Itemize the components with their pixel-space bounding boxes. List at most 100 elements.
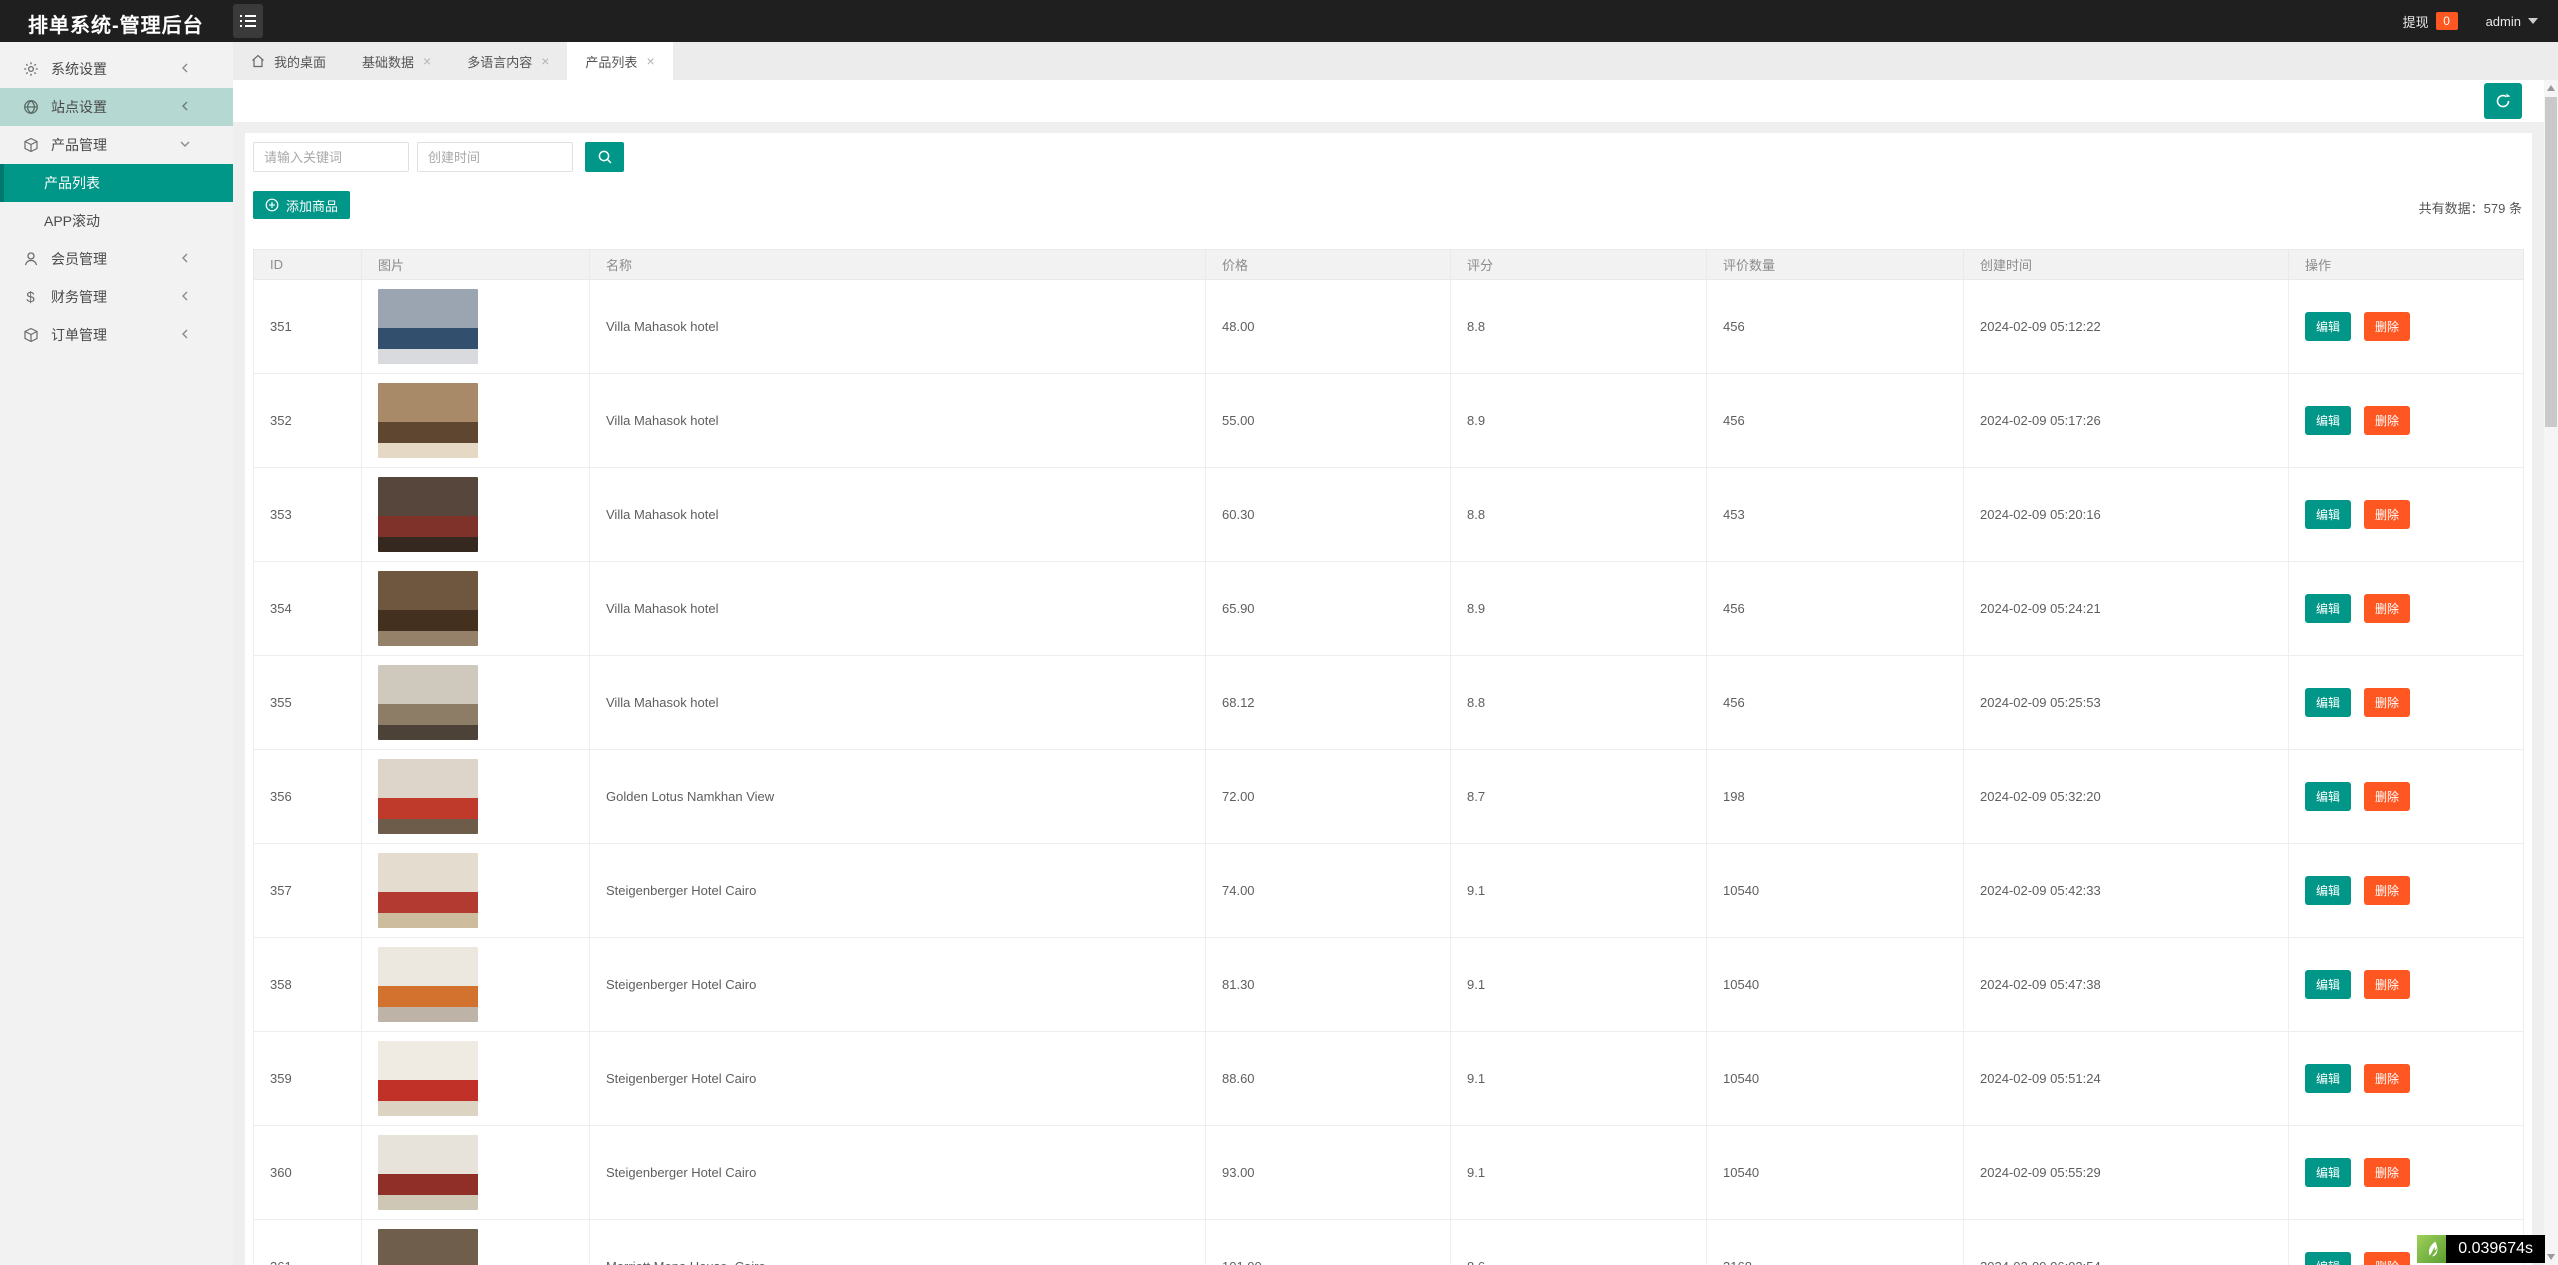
cell-actions: 编辑删除 [2289,938,2524,1032]
refresh-button[interactable] [2484,83,2522,119]
cell-image [362,1126,590,1220]
total-count-text: 共有数据：579 条 [2419,198,2524,219]
search-icon [597,149,613,165]
created-time-input[interactable] [417,142,573,172]
edit-button[interactable]: 编辑 [2305,970,2351,999]
delete-button[interactable]: 删除 [2364,1252,2410,1265]
sidebar-item-system-settings[interactable]: 系统设置 [0,50,233,88]
column-header-created: 创建时间 [1964,250,2289,280]
cell-price: 101.00 [1206,1220,1451,1265]
search-button[interactable] [585,142,624,172]
edit-button[interactable]: 编辑 [2305,312,2351,341]
tab-my-desktop[interactable]: 我的桌面 [233,42,344,80]
cell-actions: 编辑删除 [2289,750,2524,844]
product-photo [378,759,478,834]
delete-button[interactable]: 删除 [2364,500,2410,529]
delete-button[interactable]: 删除 [2364,406,2410,435]
edit-button[interactable]: 编辑 [2305,876,2351,905]
vertical-scrollbar[interactable] [2544,80,2558,1265]
sidebar-item-app-scroll[interactable]: APP滚动 [0,202,233,240]
scrollbar-down-arrow[interactable] [2544,1249,2558,1265]
cell-id: 360 [254,1126,362,1220]
delete-button[interactable]: 删除 [2364,594,2410,623]
cell-id: 361 [254,1220,362,1265]
cell-id: 358 [254,938,362,1032]
cell-actions: 编辑删除 [2289,1032,2524,1126]
delete-button[interactable]: 删除 [2364,312,2410,341]
scrollbar-thumb[interactable] [2545,97,2557,427]
column-header-actions: 操作 [2289,250,2524,280]
edit-button[interactable]: 编辑 [2305,1064,2351,1093]
cell-id: 359 [254,1032,362,1126]
close-icon[interactable]: × [646,54,654,68]
edit-button[interactable]: 编辑 [2305,782,2351,811]
cell-name: Villa Mahasok hotel [590,374,1206,468]
sidebar-item-product-list[interactable]: 产品列表 [0,164,233,202]
delete-button[interactable]: 删除 [2364,782,2410,811]
exec-time: 0.039674s [2446,1235,2545,1263]
product-photo [378,1041,478,1116]
header-actions: 提现 0 admin [2403,0,2538,42]
chevron-left-icon [179,290,191,302]
sidebar-item-finance-management[interactable]: $ 财务管理 [0,278,233,316]
cell-actions: 编辑删除 [2289,280,2524,374]
delete-button[interactable]: 删除 [2364,970,2410,999]
tab-product-list[interactable]: 产品列表 × [567,42,672,80]
search-form [253,142,2524,172]
sidebar-toggle-button[interactable] [233,4,263,38]
scrollbar-up-arrow[interactable] [2544,80,2558,96]
cell-image [362,1032,590,1126]
tab-multilanguage[interactable]: 多语言内容 × [449,42,567,80]
cell-created: 2024-02-09 05:25:53 [1964,656,2289,750]
total-label: 共有数据： [2419,201,2484,216]
delete-button[interactable]: 删除 [2364,876,2410,905]
sidebar-item-label: 产品管理 [51,135,107,155]
total-unit: 条 [2509,201,2522,216]
sidebar-item-site-settings[interactable]: 站点设置 [0,88,233,126]
keyword-input[interactable] [253,142,409,172]
cell-score: 9.1 [1451,844,1707,938]
edit-button[interactable]: 编辑 [2305,1252,2351,1265]
tab-label: 我的桌面 [274,52,326,71]
edit-button[interactable]: 编辑 [2305,406,2351,435]
tab-bar: 我的桌面 基础数据 × 多语言内容 × 产品列表 × [233,42,2558,80]
cell-image [362,468,590,562]
cell-reviews: 10540 [1707,1126,1964,1220]
edit-button[interactable]: 编辑 [2305,688,2351,717]
product-photo [378,947,478,1022]
add-product-button[interactable]: 添加商品 [253,191,350,219]
tab-label: 多语言内容 [467,52,532,71]
admin-dropdown[interactable]: admin [2486,14,2538,29]
cell-score: 8.9 [1451,562,1707,656]
edit-button[interactable]: 编辑 [2305,594,2351,623]
sidebar-item-product-management[interactable]: 产品管理 [0,126,233,164]
edit-button[interactable]: 编辑 [2305,500,2351,529]
debug-time-badge: 0.039674s [2417,1235,2545,1263]
cell-reviews: 198 [1707,750,1964,844]
cell-reviews: 456 [1707,562,1964,656]
sidebar-item-label: 站点设置 [51,97,107,117]
sidebar-item-order-management[interactable]: 订单管理 [0,316,233,354]
table-row: 357Steigenberger Hotel Cairo74.009.11054… [254,844,2524,938]
delete-button[interactable]: 删除 [2364,1158,2410,1187]
delete-button[interactable]: 删除 [2364,688,2410,717]
edit-button[interactable]: 编辑 [2305,1158,2351,1187]
delete-button[interactable]: 删除 [2364,1064,2410,1093]
tab-basic-data[interactable]: 基础数据 × [344,42,449,80]
product-icon [22,137,39,154]
table-body: 351Villa Mahasok hotel48.008.84562024-02… [254,280,2524,1265]
close-icon[interactable]: × [541,54,549,68]
cell-id: 357 [254,844,362,938]
chevron-left-icon [179,62,191,74]
cell-price: 48.00 [1206,280,1451,374]
withdraw-link[interactable]: 提现 0 [2403,12,2458,31]
cell-price: 74.00 [1206,844,1451,938]
admin-username: admin [2486,14,2521,29]
cell-name: Steigenberger Hotel Cairo [590,938,1206,1032]
cell-name: Marriott Mena House, Cairo [590,1220,1206,1265]
sidebar-item-member-management[interactable]: 会员管理 [0,240,233,278]
close-icon[interactable]: × [423,54,431,68]
column-header-price: 价格 [1206,250,1451,280]
tab-label: 产品列表 [585,52,637,71]
table-row: 359Steigenberger Hotel Cairo88.609.11054… [254,1032,2524,1126]
